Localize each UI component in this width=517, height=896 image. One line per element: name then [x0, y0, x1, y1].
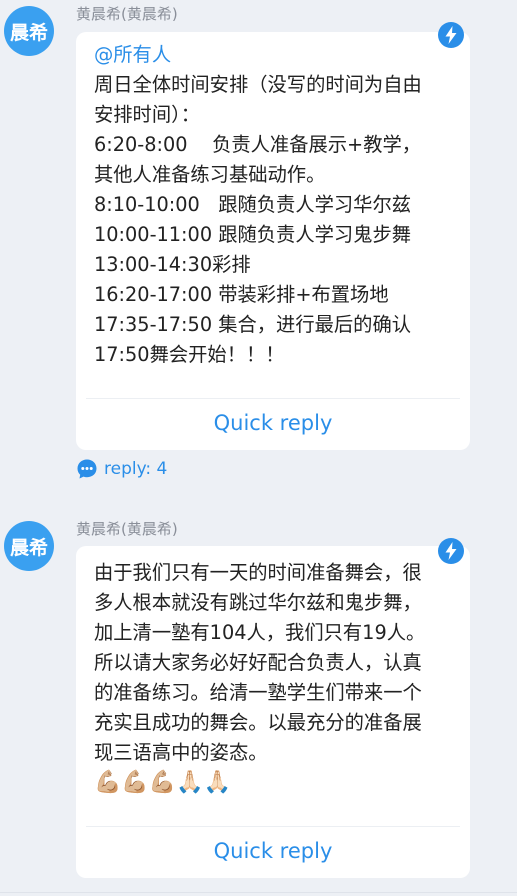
quick-reply-button[interactable]: Quick reply	[76, 408, 470, 438]
message-line: 安排时间）：	[94, 103, 201, 126]
sender-name: 黄晨希(黄晨希)	[76, 520, 178, 538]
avatar[interactable]: 晨希	[4, 521, 54, 571]
message-line: 加上清一塾有104人，我们只有19人。	[94, 621, 426, 644]
reply-count-label: reply: 4	[104, 459, 168, 479]
message-line: 充实且成功的舞会。以最充分的准备展	[94, 711, 422, 734]
emoji-row: 💪🏼💪🏼💪🏼🙏🏻🙏🏻	[94, 770, 231, 795]
quick-reply-button[interactable]: Quick reply	[76, 836, 470, 866]
avatar[interactable]: 晨希	[4, 6, 54, 56]
message-content: @所有人 周日全体时间安排（没写的时间为自由 安排时间）： 6:20-8:00 …	[94, 40, 460, 370]
message-line: 16:20-17:00 带装彩排+布置场地	[94, 283, 389, 306]
reply-count-link[interactable]: reply: 4	[76, 458, 167, 480]
divider	[86, 826, 460, 827]
message-bubble: 由于我们只有一天的时间准备舞会，很 多人根本就没有跳过华尔兹和鬼步舞， 加上清一…	[76, 538, 470, 878]
message-line: 的准备练习。给清一塾学生们带来一个	[94, 681, 422, 704]
message-line: 现三语高中的姿态。	[94, 741, 268, 764]
bottom-divider	[0, 892, 517, 893]
sender-name: 黄晨希(黄晨希)	[76, 5, 178, 23]
message-content: 由于我们只有一天的时间准备舞会，很 多人根本就没有跳过华尔兹和鬼步舞， 加上清一…	[94, 558, 460, 798]
message-line: 17:35-17:50 集合，进行最后的确认	[94, 313, 412, 336]
message-line: 8:10-10:00 跟随负责人学习华尔兹	[94, 193, 412, 216]
message-line: 周日全体时间安排（没写的时间为自由	[94, 73, 422, 96]
message-line: 其他人准备练习基础动作。	[94, 163, 326, 186]
divider	[86, 398, 460, 399]
mention-all[interactable]: @所有人	[94, 40, 460, 70]
message-line: 6:20-8:00 负责人准备展示+教学，	[94, 133, 422, 156]
message-line: 17:50舞会开始！！！	[94, 343, 285, 366]
message-line: 多人根本就没有跳过华尔兹和鬼步舞，	[94, 591, 422, 614]
message-line: 10:00-11:00 跟随负责人学习鬼步舞	[94, 223, 412, 246]
message-line: 所以请大家务必好好配合负责人，认真	[94, 651, 422, 674]
message-line: 13:00-14:30彩排	[94, 253, 251, 276]
message-bubble: @所有人 周日全体时间安排（没写的时间为自由 安排时间）： 6:20-8:00 …	[76, 22, 470, 450]
message-line: 由于我们只有一天的时间准备舞会，很	[94, 561, 422, 584]
avatar-text: 晨希	[9, 536, 48, 559]
chat-bubble-icon	[77, 459, 97, 479]
avatar-text: 晨希	[9, 21, 48, 44]
